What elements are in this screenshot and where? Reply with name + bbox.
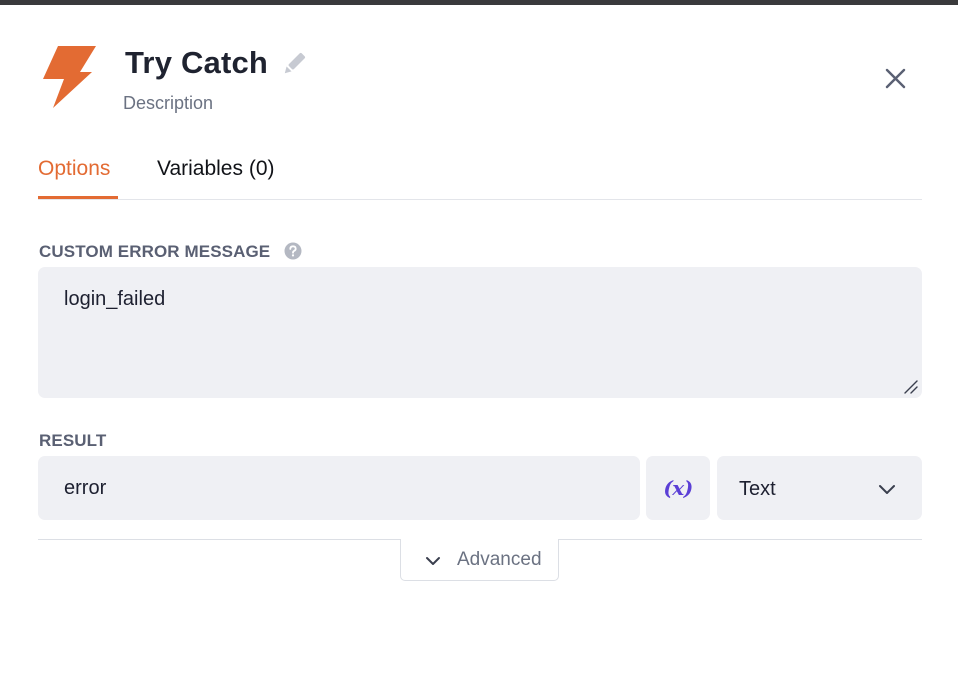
advanced-label: Advanced (457, 549, 542, 570)
advanced-toggle-button[interactable]: Advanced (400, 539, 559, 581)
custom-error-message-textarea[interactable]: login_failed (38, 267, 922, 398)
resize-handle-icon[interactable] (903, 379, 918, 394)
result-variable-input[interactable]: error (38, 456, 640, 520)
close-icon[interactable] (882, 65, 909, 92)
variable-icon: (x) (663, 476, 693, 500)
result-type-value: Text (739, 478, 776, 500)
chevron-down-icon (426, 557, 440, 565)
tab-options[interactable]: Options (38, 155, 110, 183)
tab-variables[interactable]: Variables (0) (157, 155, 275, 183)
result-type-select[interactable]: Text (717, 456, 922, 520)
custom-error-message-label: CUSTOM ERROR MESSAGE (39, 242, 271, 261)
node-description[interactable]: Description (123, 91, 213, 115)
question-circle-icon[interactable] (284, 242, 302, 260)
custom-error-message-value: login_failed (64, 288, 166, 310)
tab-bar: Options Variables (0) (38, 150, 922, 200)
pencil-icon[interactable] (280, 50, 308, 78)
active-tab-indicator (38, 196, 118, 199)
result-variable-value: error (64, 477, 107, 499)
chevron-down-icon (879, 485, 895, 494)
window-top-border (0, 0, 958, 5)
result-label: RESULT (39, 431, 107, 450)
insert-variable-button[interactable]: (x) (646, 456, 710, 520)
lightning-bolt-icon (43, 46, 96, 108)
page-title: Try Catch (125, 45, 269, 80)
